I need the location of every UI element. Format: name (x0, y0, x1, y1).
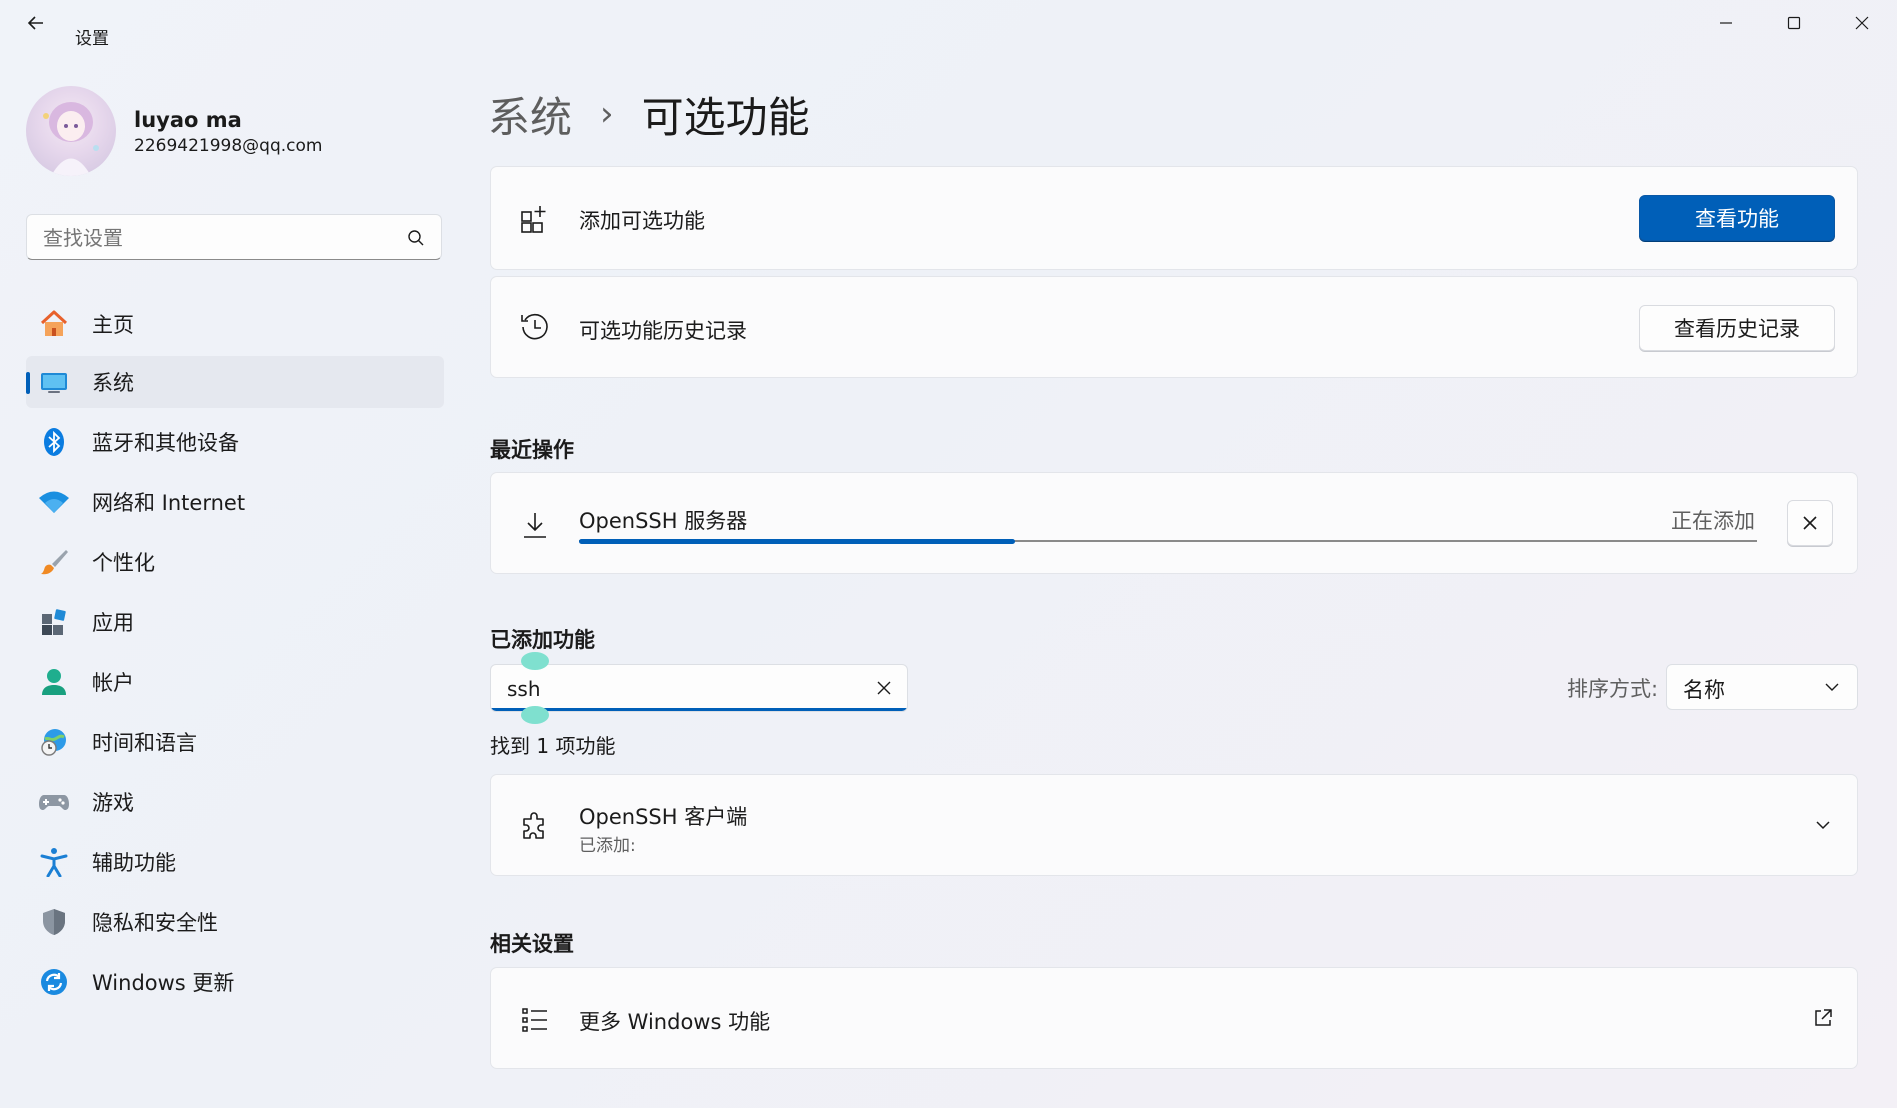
add-feature-card: 添加可选功能 查看功能 (490, 166, 1858, 270)
list-icon (515, 1000, 555, 1040)
recent-action-name: OpenSSH 服务器 (579, 509, 748, 533)
accessibility-icon (38, 846, 70, 878)
breadcrumb-separator: › (600, 94, 614, 134)
puzzle-icon (515, 807, 555, 847)
profile-name: luyao ma (134, 108, 242, 132)
settings-search-input[interactable] (41, 223, 385, 253)
sidebar-item-bluetooth[interactable]: 蓝牙和其他设备 (26, 416, 444, 468)
sidebar-item-label: 网络和 Internet (92, 491, 246, 515)
sidebar-item-privacy[interactable]: 隐私和安全性 (26, 896, 444, 948)
sidebar-item-label: 帐户 (92, 671, 134, 695)
progress-track (579, 539, 1757, 544)
feature-search-input[interactable] (505, 674, 849, 704)
sidebar-item-label: 时间和语言 (92, 731, 197, 755)
update-icon (38, 966, 70, 998)
recent-action-card: OpenSSH 服务器 正在添加 (490, 472, 1858, 574)
sort-dropdown[interactable]: 名称 (1666, 664, 1858, 710)
minimize-icon (1720, 22, 1732, 24)
maximize-icon (1787, 16, 1801, 30)
installed-features-title: 已添加功能 (490, 628, 595, 652)
sidebar-item-label: 蓝牙和其他设备 (92, 431, 239, 455)
paintbrush-icon (38, 546, 70, 578)
more-windows-features-label: 更多 Windows 功能 (579, 1010, 771, 1034)
globe-clock-icon (38, 726, 70, 758)
close-window-button[interactable] (1828, 0, 1896, 46)
back-arrow-icon (27, 16, 43, 30)
feature-history-card: 可选功能历史记录 查看历史记录 (490, 276, 1858, 378)
sidebar-item-network[interactable]: 网络和 Internet (26, 476, 444, 528)
minimize-button[interactable] (1692, 0, 1760, 46)
progress-fill (579, 539, 1015, 544)
input-focus-underline (491, 708, 907, 711)
feature-status: 已添加: (579, 836, 636, 856)
feature-list-item[interactable]: OpenSSH 客户端 已添加: (490, 774, 1858, 876)
avatar[interactable] (26, 86, 116, 176)
shield-icon (38, 906, 70, 938)
sidebar-item-accounts[interactable]: 帐户 (26, 656, 444, 708)
sidebar-item-accessibility[interactable]: 辅助功能 (26, 836, 444, 888)
profile-email: 2269421998@qq.com (134, 136, 323, 156)
window-title: 设置 (75, 29, 109, 49)
settings-search-box[interactable] (26, 214, 442, 260)
cancel-install-button[interactable] (1787, 500, 1833, 546)
maximize-button[interactable] (1760, 0, 1828, 46)
sidebar-item-label: 应用 (92, 611, 134, 635)
clear-search-icon[interactable] (877, 681, 891, 695)
sidebar-item-label: 主页 (92, 313, 134, 337)
external-link-icon (1815, 1009, 1832, 1026)
recent-action-status: 正在添加 (1671, 509, 1755, 533)
feature-history-label: 可选功能历史记录 (579, 319, 747, 343)
add-feature-label: 添加可选功能 (579, 209, 705, 233)
close-icon (1803, 516, 1817, 530)
search-icon[interactable] (407, 229, 425, 247)
sidebar-item-label: 个性化 (92, 551, 155, 575)
breadcrumb: 系统 › 可选功能 (488, 84, 810, 144)
download-icon (515, 505, 555, 545)
result-count: 找到 1 项功能 (490, 734, 616, 758)
sort-value: 名称 (1683, 678, 1725, 702)
sidebar-item-label: 辅助功能 (92, 851, 176, 875)
page-title: 可选功能 (641, 92, 810, 142)
chevron-down-icon (1825, 683, 1839, 691)
apps-icon (38, 606, 70, 638)
sidebar-item-label: 系统 (92, 371, 134, 395)
wifi-icon (38, 486, 70, 518)
sidebar-item-home[interactable]: 主页 (26, 298, 444, 350)
view-history-button[interactable]: 查看历史记录 (1639, 305, 1835, 351)
back-button[interactable] (4, 0, 68, 46)
feature-name: OpenSSH 客户端 (579, 805, 748, 829)
system-display-icon (38, 366, 70, 398)
sidebar-item-gaming[interactable]: 游戏 (26, 776, 444, 828)
sidebar-item-label: 隐私和安全性 (92, 911, 218, 935)
account-icon (38, 666, 70, 698)
sidebar-item-apps[interactable]: 应用 (26, 596, 444, 648)
home-icon (38, 308, 70, 340)
sort-label: 排序方式: (1567, 677, 1659, 701)
sidebar-item-system[interactable]: 系统 (26, 356, 444, 408)
sidebar-item-label: 游戏 (92, 791, 134, 815)
add-feature-icon (515, 199, 555, 239)
sidebar-item-label: Windows 更新 (92, 971, 235, 995)
gamepad-icon (38, 786, 70, 818)
related-settings-title: 相关设置 (490, 932, 574, 956)
text-selection-handle-bottom[interactable] (521, 706, 549, 724)
bluetooth-icon (38, 426, 70, 458)
breadcrumb-parent[interactable]: 系统 (488, 84, 572, 145)
sidebar-item-time-language[interactable]: 时间和语言 (26, 716, 444, 768)
chevron-down-icon[interactable] (1815, 819, 1831, 831)
view-features-button[interactable]: 查看功能 (1639, 195, 1835, 241)
recent-actions-title: 最近操作 (490, 438, 574, 462)
text-selection-handle-top[interactable] (521, 652, 549, 670)
sidebar-item-windows-update[interactable]: Windows 更新 (26, 956, 444, 1008)
active-indicator (26, 372, 30, 394)
history-icon (515, 307, 555, 347)
more-windows-features-link[interactable]: 更多 Windows 功能 (490, 967, 1858, 1069)
sidebar-item-personalization[interactable]: 个性化 (26, 536, 444, 588)
feature-search-box[interactable] (490, 664, 908, 712)
close-icon (1855, 16, 1869, 30)
